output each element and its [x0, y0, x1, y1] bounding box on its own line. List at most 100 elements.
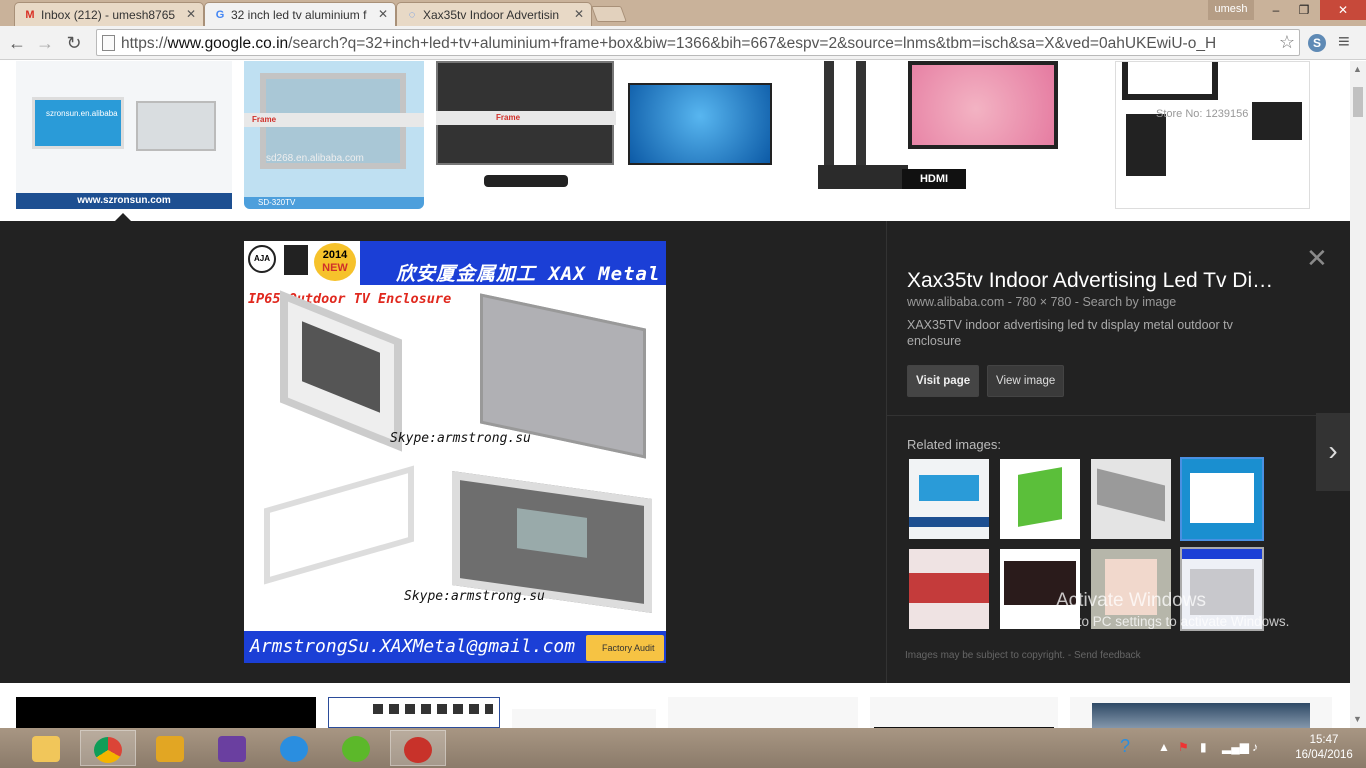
enclosure-drawing: [280, 290, 402, 452]
winrar-icon[interactable]: [142, 730, 198, 766]
restore-button[interactable]: ❐: [1290, 0, 1318, 20]
result-thumbnail[interactable]: Frame sd268.en.alibaba.com SD-320TV: [244, 61, 424, 209]
utorrent-icon[interactable]: [328, 730, 384, 766]
menu-icon[interactable]: ≡: [1338, 31, 1350, 54]
battery-icon[interactable]: ▮: [1200, 740, 1207, 754]
close-icon[interactable]: ✕: [378, 7, 388, 21]
activate-subtitle: Go to PC settings to activate Windows.: [1056, 614, 1290, 629]
profile-button[interactable]: umesh: [1208, 0, 1254, 20]
preview-title[interactable]: Xax35tv Indoor Advertising Led Tv Di…: [907, 269, 1307, 293]
related-image[interactable]: [1180, 457, 1264, 541]
result-thumbnail[interactable]: HDMI: [798, 61, 1064, 209]
related-image[interactable]: [909, 459, 989, 539]
result-thumbnail[interactable]: Frame: [436, 61, 616, 209]
clock-date: 16/04/2016: [1295, 749, 1353, 761]
result-thumbnail[interactable]: [328, 697, 500, 728]
image-header-text: 欣安厦金属加工 XAX Metal: [396, 263, 661, 285]
thumbnail-caption: SD-320TV: [244, 197, 424, 209]
tab-inbox[interactable]: M Inbox (212) - umesh8765 ✕: [14, 2, 204, 26]
tab-alibaba[interactable]: ◌ Xax35tv Indoor Advertisin ✕: [396, 2, 592, 26]
tab-title: 32 inch led tv aluminium f: [231, 8, 367, 22]
close-icon[interactable]: ✕: [186, 7, 196, 21]
loading-icon: ◌: [408, 9, 416, 21]
factory-audit-badge: Factory Audit: [586, 635, 664, 661]
result-thumbnail[interactable]: [1070, 697, 1332, 728]
scroll-down-icon[interactable]: ▼: [1353, 714, 1362, 724]
result-thumbnail[interactable]: [870, 697, 1058, 728]
related-image[interactable]: [1000, 459, 1080, 539]
badge-year: 2014: [322, 249, 348, 261]
gmail-icon: M: [25, 9, 35, 21]
result-thumbnail[interactable]: [628, 61, 772, 189]
result-thumbnail[interactable]: szronsun.en.alibaba www.szronsun.com: [16, 61, 232, 209]
scrollbar-thumb[interactable]: [1353, 87, 1363, 117]
copyright-notice[interactable]: Images may be subject to copyright. - Se…: [905, 650, 1141, 661]
clock[interactable]: 15:47 16/04/2016: [1289, 733, 1359, 763]
network-icon[interactable]: ▂▄▆: [1222, 740, 1249, 754]
thumbnail-caption: www.szronsun.com: [16, 193, 232, 209]
watermark-text: szronsun.en.alibaba: [46, 109, 118, 118]
tab-search[interactable]: G 32 inch led tv aluminium f ✕: [204, 2, 396, 27]
image-email-text: ArmstrongSu.XAXMetal@gmail.com: [250, 636, 576, 657]
frame-overlay: Frame: [244, 113, 424, 127]
visual-studio-icon[interactable]: [204, 730, 260, 766]
new-tab-button[interactable]: [591, 6, 627, 22]
internet-explorer-icon[interactable]: [266, 730, 322, 766]
help-icon[interactable]: ?: [1120, 736, 1130, 757]
related-images-label: Related images:: [907, 437, 1001, 452]
clock-time: 15:47: [1309, 734, 1339, 746]
minimize-button[interactable]: –: [1262, 0, 1290, 20]
related-image[interactable]: [909, 549, 989, 629]
result-thumbnail[interactable]: [668, 697, 858, 728]
enclosure-drawing: [264, 465, 414, 585]
scroll-up-icon[interactable]: ▲: [1353, 64, 1362, 74]
forward-arrow-icon[interactable]: →: [34, 32, 56, 54]
preview-image[interactable]: AJA 2014 NEW 欣安厦金属加工 XAX Metal IP65 Outd…: [244, 241, 666, 663]
chevron-right-icon[interactable]: ›: [1316, 413, 1350, 491]
video-downloader-icon[interactable]: [390, 730, 446, 766]
address-bar[interactable]: https://www.google.co.in/search?q=32+inc…: [96, 29, 1300, 56]
result-thumbnail[interactable]: [16, 697, 316, 728]
new-badge: 2014 NEW: [314, 243, 356, 281]
aja-badge: AJA: [248, 245, 276, 273]
badge-new: NEW: [322, 262, 348, 274]
skype-extension-icon[interactable]: S: [1308, 34, 1326, 52]
activate-title: Activate Windows: [1056, 590, 1206, 611]
view-image-button[interactable]: View image: [987, 365, 1065, 397]
tab-title: Inbox (212) - umesh8765: [41, 8, 176, 22]
show-hidden-icons-icon[interactable]: ▲: [1158, 740, 1170, 754]
bookmark-star-icon[interactable]: ☆: [1279, 32, 1295, 53]
preview-meta: www.alibaba.com - 780 × 780 - Search by …: [907, 295, 1177, 309]
page-icon: [102, 35, 115, 51]
page-scrollbar[interactable]: ▲ ▼: [1350, 61, 1366, 728]
browser-toolbar: ← → ↻ https://www.google.co.in/search?q=…: [0, 26, 1366, 60]
watermark-text: Store No: 1239156: [1156, 108, 1249, 120]
windows-taskbar: ? ▲ ⚑ ▮ ▂▄▆ ♪ 15:47 16/04/2016: [0, 728, 1366, 768]
close-window-button[interactable]: ✕: [1320, 0, 1366, 20]
hdmi-badge: HDMI: [902, 169, 966, 189]
result-thumbnail[interactable]: Store No: 1239156: [1115, 61, 1310, 209]
image-subtitle: IP65 Outdoor TV Enclosure: [248, 291, 452, 307]
google-icon: G: [215, 9, 225, 21]
divider: [887, 415, 1317, 416]
frame-overlay: Frame: [436, 111, 616, 125]
file-explorer-icon[interactable]: [18, 730, 74, 766]
chrome-icon[interactable]: [80, 730, 136, 766]
close-icon[interactable]: ✕: [1306, 243, 1328, 274]
preview-description: XAX35TV indoor advertising led tv displa…: [907, 318, 1233, 348]
close-icon[interactable]: ✕: [574, 7, 584, 21]
result-thumbnail[interactable]: [512, 709, 656, 728]
flag-icon[interactable]: ⚑: [1178, 740, 1189, 754]
ukas-badge: [284, 245, 308, 275]
activate-windows-watermark: Activate Windows Go to PC settings to ac…: [1056, 590, 1289, 629]
watermark-text: sd268.en.alibaba.com: [266, 153, 364, 164]
related-image[interactable]: [1091, 459, 1171, 539]
volume-icon[interactable]: ♪: [1252, 740, 1258, 754]
certification-badges: AJA 2014 NEW: [244, 241, 360, 285]
tab-strip: M Inbox (212) - umesh8765 ✕ G 32 inch le…: [0, 0, 1366, 27]
visit-page-button[interactable]: Visit page: [907, 365, 980, 397]
reload-icon[interactable]: ↻: [63, 32, 85, 54]
skype-text: Skype:armstrong.su: [390, 431, 531, 446]
url-text[interactable]: https://www.google.co.in/search?q=32+inc…: [121, 35, 1271, 53]
back-arrow-icon[interactable]: ←: [6, 32, 28, 54]
